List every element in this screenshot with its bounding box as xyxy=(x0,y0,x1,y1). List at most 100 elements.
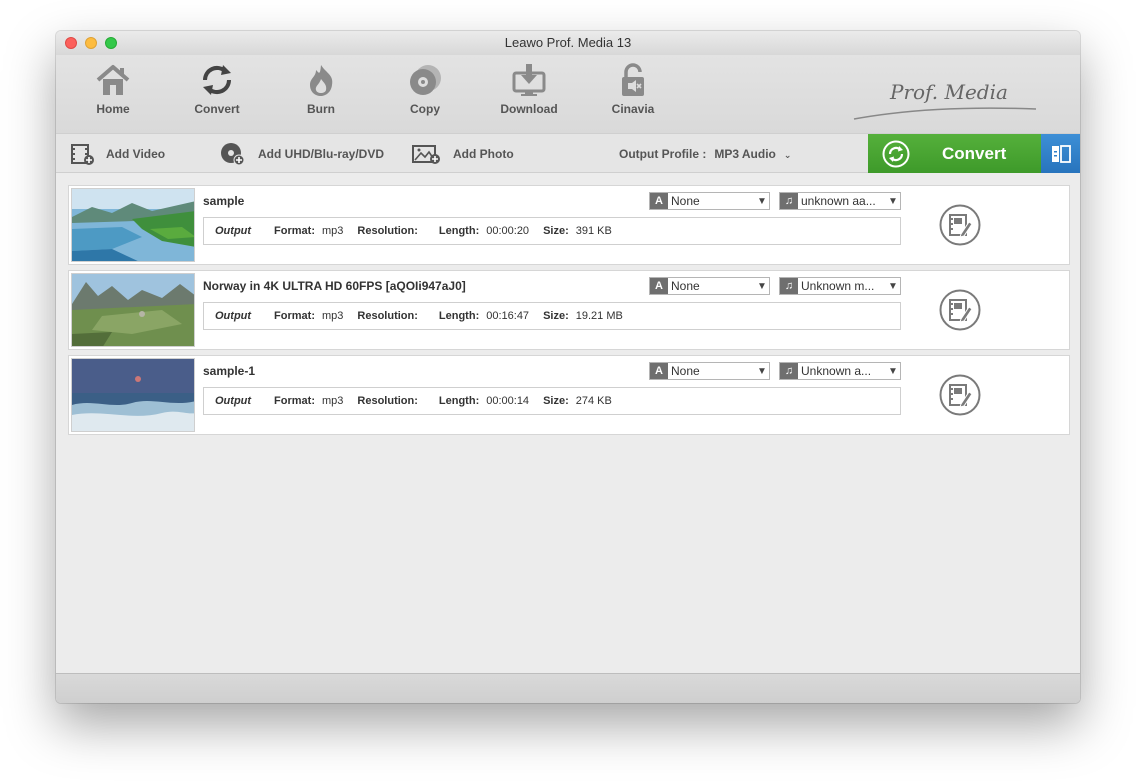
chevron-down-icon: ▼ xyxy=(757,195,767,207)
length-label: Length: xyxy=(438,225,480,237)
add-video-label: Add Video xyxy=(106,147,166,161)
chevron-down-icon: ⌄ xyxy=(783,150,792,160)
add-uhd-bluray-dvd-button[interactable]: Add UHD/Blu-ray/DVD xyxy=(220,142,384,166)
toolbar-burn-label: Burn xyxy=(307,102,335,116)
burn-icon xyxy=(310,65,333,96)
length-value: 00:00:20 xyxy=(486,225,530,237)
output-label: Output xyxy=(215,310,252,322)
convert-refresh-icon xyxy=(882,140,910,167)
video-thumbnail[interactable] xyxy=(71,273,195,347)
add-video-button[interactable]: Add Video xyxy=(70,142,165,166)
output-profile-selector[interactable]: Output Profile : MP3 Audio ⌄ xyxy=(619,147,791,161)
length-value: 00:00:14 xyxy=(486,395,530,407)
subtitle-icon: A xyxy=(650,193,668,209)
toolbar-home[interactable]: Home xyxy=(68,63,158,116)
length-value: 00:16:47 xyxy=(486,310,530,322)
file-list: sample A None ▼ ♫ unknown aa... ▼ Output… xyxy=(68,185,1070,440)
subtitle-icon: A xyxy=(650,278,668,294)
output-profile-label: Output Profile : xyxy=(619,147,707,161)
output-info: Output Format: mp3 Resolution: Length: 0… xyxy=(203,387,901,415)
minimize-window-button[interactable] xyxy=(85,37,97,49)
status-bar xyxy=(56,673,1080,703)
format-label: Format: xyxy=(274,225,315,237)
file-title: sample-1 xyxy=(203,364,256,378)
convert-button-label: Convert xyxy=(942,143,1007,163)
size-value: 19.21 MB xyxy=(575,310,623,322)
add-photo-icon xyxy=(412,145,440,164)
output-info: Output Format: mp3 Resolution: Length: 0… xyxy=(203,217,901,245)
title-bar: Leawo Prof. Media 13 xyxy=(56,31,1080,55)
toolbar-burn[interactable]: Burn xyxy=(276,63,366,116)
toolbar-copy-label: Copy xyxy=(410,102,440,116)
file-row[interactable]: Norway in 4K ULTRA HD 60FPS [aQOIi947aJ0… xyxy=(68,270,1070,350)
app-window: Leawo Prof. Media 13 Home Convert Burn C… xyxy=(56,31,1080,703)
window-title: Leawo Prof. Media 13 xyxy=(504,35,632,50)
file-title: Norway in 4K ULTRA HD 60FPS [aQOIi947aJ0… xyxy=(203,279,466,293)
edit-video-icon[interactable] xyxy=(939,204,981,246)
music-note-icon: ♫ xyxy=(780,363,798,379)
format-value: mp3 xyxy=(322,310,344,322)
convert-icon xyxy=(202,65,232,95)
length-label: Length: xyxy=(438,395,480,407)
music-note-icon: ♫ xyxy=(780,278,798,294)
video-thumbnail[interactable] xyxy=(71,358,195,432)
resolution-label: Resolution: xyxy=(357,225,418,237)
output-label: Output xyxy=(215,395,252,407)
audio-track-select[interactable]: ♫ unknown aa... ▼ xyxy=(779,192,901,210)
toolbar-copy[interactable]: Copy xyxy=(380,63,470,116)
video-thumbnail[interactable] xyxy=(71,188,195,262)
toolbar-download-label: Download xyxy=(500,102,558,116)
audio-track-select[interactable]: ♫ Unknown a... ▼ xyxy=(779,362,901,380)
action-bar: Add Video Add UHD/Blu-ray/DVD Add Photo … xyxy=(56,133,1080,173)
chevron-down-icon: ▼ xyxy=(888,195,898,207)
subtitle-value: None xyxy=(671,364,700,378)
home-icon xyxy=(96,65,130,95)
file-row[interactable]: sample-1 A None ▼ ♫ Unknown a... ▼ Outpu… xyxy=(68,355,1070,435)
resolution-label: Resolution: xyxy=(357,310,418,322)
chevron-down-icon: ▼ xyxy=(757,365,767,377)
cinavia-icon xyxy=(622,63,644,96)
audio-track-value: Unknown m... xyxy=(801,279,875,293)
subtitle-value: None xyxy=(671,279,700,293)
panel-toggle-icon xyxy=(1051,144,1071,163)
audio-track-value: unknown aa... xyxy=(801,194,876,208)
chevron-down-icon: ▼ xyxy=(888,280,898,292)
audio-track-value: Unknown a... xyxy=(801,364,872,378)
output-info: Output Format: mp3 Resolution: Length: 0… xyxy=(203,302,901,330)
convert-button[interactable]: Convert xyxy=(868,134,1041,173)
output-label: Output xyxy=(215,225,252,237)
maximize-window-button[interactable] xyxy=(105,37,117,49)
prof-media-logo: Prof. Media xyxy=(853,80,1037,120)
toolbar-cinavia[interactable]: Cinavia xyxy=(588,63,678,116)
toolbar-download[interactable]: Download xyxy=(484,63,574,116)
length-label: Length: xyxy=(438,310,480,322)
brand-text: Prof. Media xyxy=(889,80,1008,104)
add-photo-label: Add Photo xyxy=(453,147,514,161)
add-uhd-label: Add UHD/Blu-ray/DVD xyxy=(258,147,385,161)
add-photo-button[interactable]: Add Photo xyxy=(411,142,514,166)
subtitle-select[interactable]: A None ▼ xyxy=(649,277,770,295)
subtitle-select[interactable]: A None ▼ xyxy=(649,192,770,210)
add-video-icon xyxy=(71,144,94,165)
subtitle-value: None xyxy=(671,194,700,208)
edit-video-icon[interactable] xyxy=(939,374,981,416)
subtitle-icon: A xyxy=(650,363,668,379)
format-label: Format: xyxy=(274,310,315,322)
size-label: Size: xyxy=(543,310,569,322)
side-panel-toggle-button[interactable] xyxy=(1041,134,1080,173)
close-window-button[interactable] xyxy=(65,37,77,49)
audio-track-select[interactable]: ♫ Unknown m... ▼ xyxy=(779,277,901,295)
output-profile-value: MP3 Audio xyxy=(714,147,776,161)
size-label: Size: xyxy=(543,225,569,237)
subtitle-select[interactable]: A None ▼ xyxy=(649,362,770,380)
copy-icon xyxy=(410,65,441,95)
toolbar-convert-label: Convert xyxy=(194,102,240,116)
size-value: 274 KB xyxy=(575,395,612,407)
file-row[interactable]: sample A None ▼ ♫ unknown aa... ▼ Output… xyxy=(68,185,1070,265)
edit-video-icon[interactable] xyxy=(939,289,981,331)
download-icon xyxy=(512,64,546,96)
format-value: mp3 xyxy=(322,395,344,407)
music-note-icon: ♫ xyxy=(780,193,798,209)
chevron-down-icon: ▼ xyxy=(888,365,898,377)
toolbar-convert[interactable]: Convert xyxy=(172,63,262,116)
